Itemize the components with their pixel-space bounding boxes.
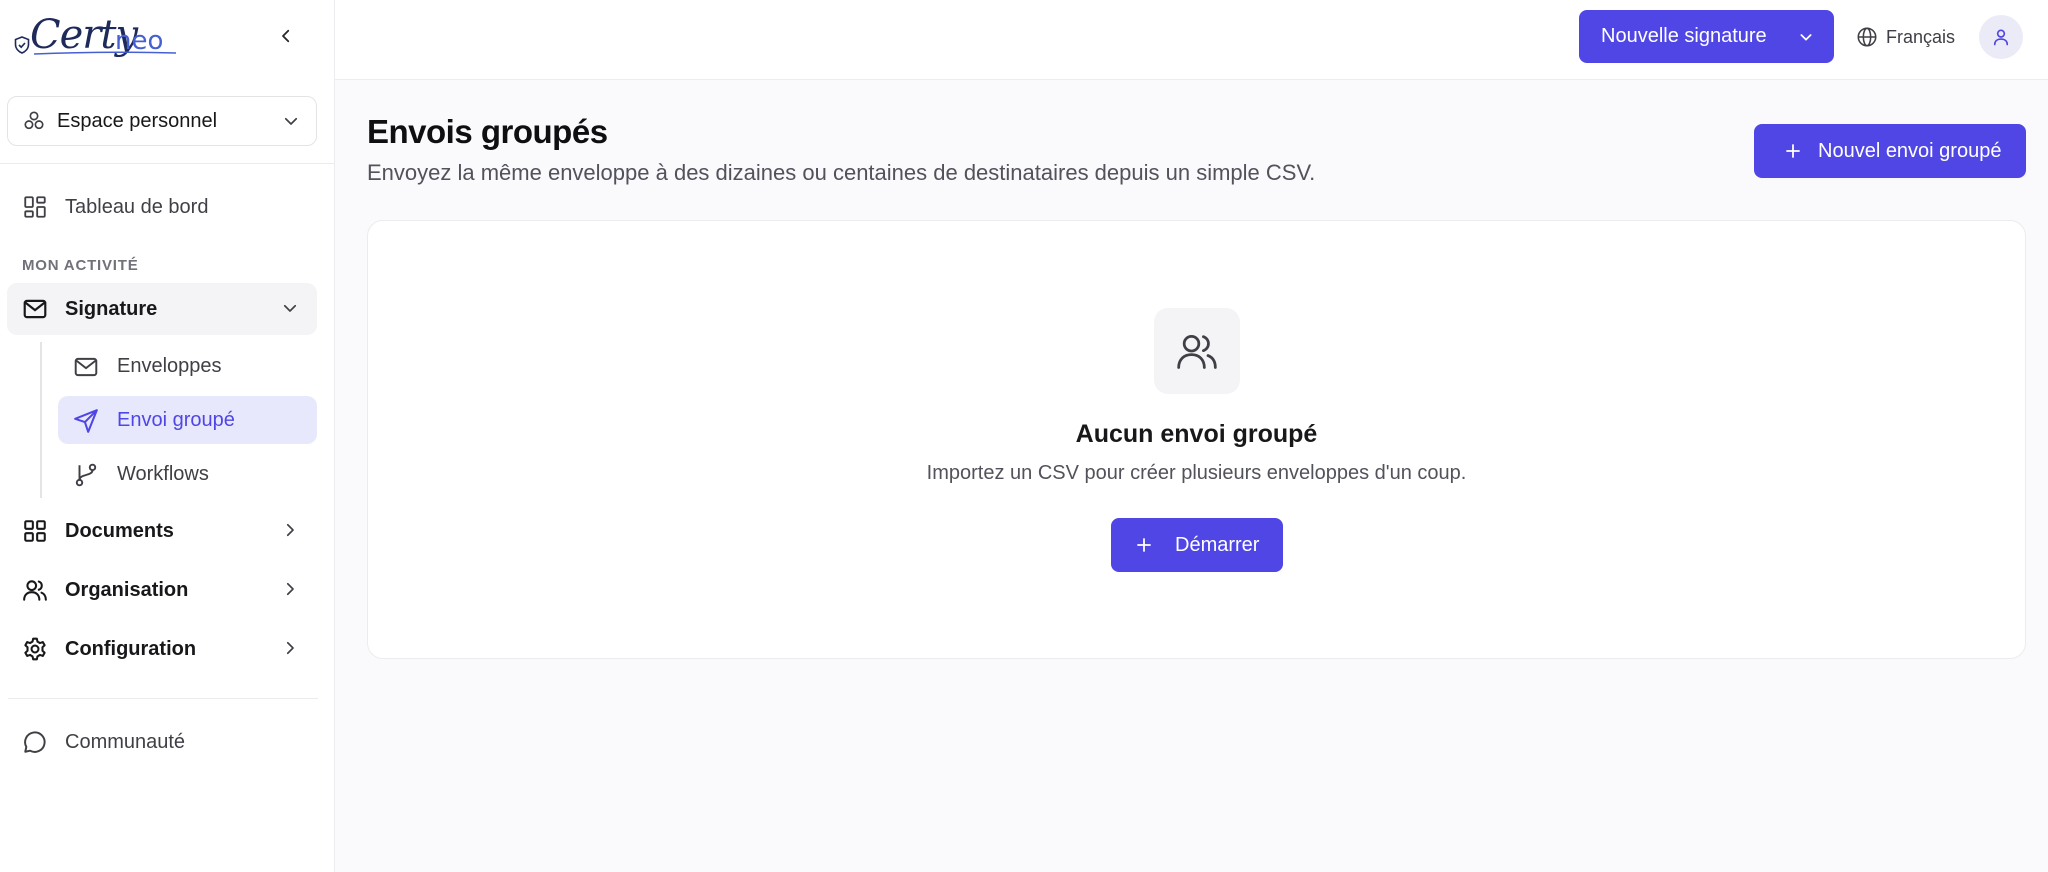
new-signature-button[interactable]: Nouvelle signature [1579,10,1834,63]
empty-state-title: Aucun envoi groupé [1075,420,1318,448]
user-avatar-button[interactable] [1979,15,2023,59]
empty-state-icon-container [1154,308,1240,394]
chevron-right-icon [286,523,294,537]
chevron-left-icon [282,29,290,43]
plus-icon [1786,144,1800,158]
sidebar-item-label: Organisation [65,578,189,601]
submenu-guide-line [40,342,42,498]
workspace-icon [24,111,44,130]
logo-row: Certy neo [0,0,335,80]
sidebar-item-label: Tableau de bord [65,195,209,218]
sidebar-item-documents[interactable]: Documents [7,505,317,557]
logo-underline [34,51,176,55]
sidebar-subitem-workflows[interactable]: Workflows [58,450,317,498]
grid-icon [24,520,46,542]
mail-icon [23,299,47,319]
new-batch-send-label: Nouvel envoi groupé [1818,140,2002,162]
sidebar-subitem-label: Enveloppes [117,354,222,377]
chevron-down-icon [284,117,298,125]
sidebar-subitem-label: Workflows [117,462,209,485]
dashboard-icon [24,196,46,218]
sidebar-item-label: Communauté [65,730,186,753]
sidebar-item-signature[interactable]: Signature [7,283,317,335]
send-icon [74,409,98,433]
empty-state-text: Importez un CSV pour créer plusieurs env… [926,462,1467,484]
plus-icon [1137,538,1151,552]
language-label: Français [1886,26,1956,47]
sidebar-item-dashboard[interactable]: Tableau de bord [7,181,317,233]
sidebar-item-community[interactable]: Communauté [7,716,317,768]
chevron-right-icon [286,641,294,655]
user-icon [1993,29,2009,46]
topbar: Nouvelle signature Français [335,0,2048,80]
chevron-right-icon [286,582,294,596]
sidebar-subitem-batch-send[interactable]: Envoi groupé [58,396,317,444]
sidebar-item-label: Documents [65,519,174,542]
workspace-label: Espace personnel [57,109,218,132]
page-title: Envois groupés [367,113,608,150]
sidebar-subitem-label: Envoi groupé [117,408,235,431]
workspace-selector[interactable]: Espace personnel [7,96,317,146]
chevron-down-icon [1800,34,1812,41]
section-label-activity: MON ACTIVITÉ [22,257,139,274]
users-icon [1177,334,1217,369]
sidebar-divider [0,163,335,164]
shield-icon [14,36,30,54]
start-button-label: Démarrer [1175,534,1260,556]
collapse-sidebar-button[interactable] [272,22,300,50]
sidebar-item-configuration[interactable]: Configuration [7,623,317,675]
mail-icon [74,357,98,377]
new-batch-send-button[interactable]: Nouvel envoi groupé [1754,124,2026,178]
new-signature-label: Nouvelle signature [1601,25,1767,47]
users-icon [23,580,47,601]
git-branch-icon [75,463,97,487]
sidebar-subitem-envelopes[interactable]: Enveloppes [58,342,317,390]
sidebar: Certy neo Espace personnel Tableau de bo… [0,0,335,872]
globe-icon [1857,27,1877,47]
chat-bubble-icon [24,731,46,753]
language-selector[interactable]: Français [1856,22,1955,52]
sidebar-item-label: Configuration [65,637,197,660]
sidebar-item-organisation[interactable]: Organisation [7,564,317,616]
gear-icon [24,637,46,661]
empty-state-card: Aucun envoi groupé Importez un CSV pour … [367,220,2026,659]
sidebar-divider [8,698,318,699]
sidebar-item-label: Signature [65,297,158,320]
certyneo-logo[interactable]: Certy neo [12,10,176,60]
page-subtitle: Envoyez la même enveloppe à des dizaines… [367,160,1316,185]
chevron-down-icon [283,304,297,312]
start-button[interactable]: Démarrer [1111,518,1283,572]
